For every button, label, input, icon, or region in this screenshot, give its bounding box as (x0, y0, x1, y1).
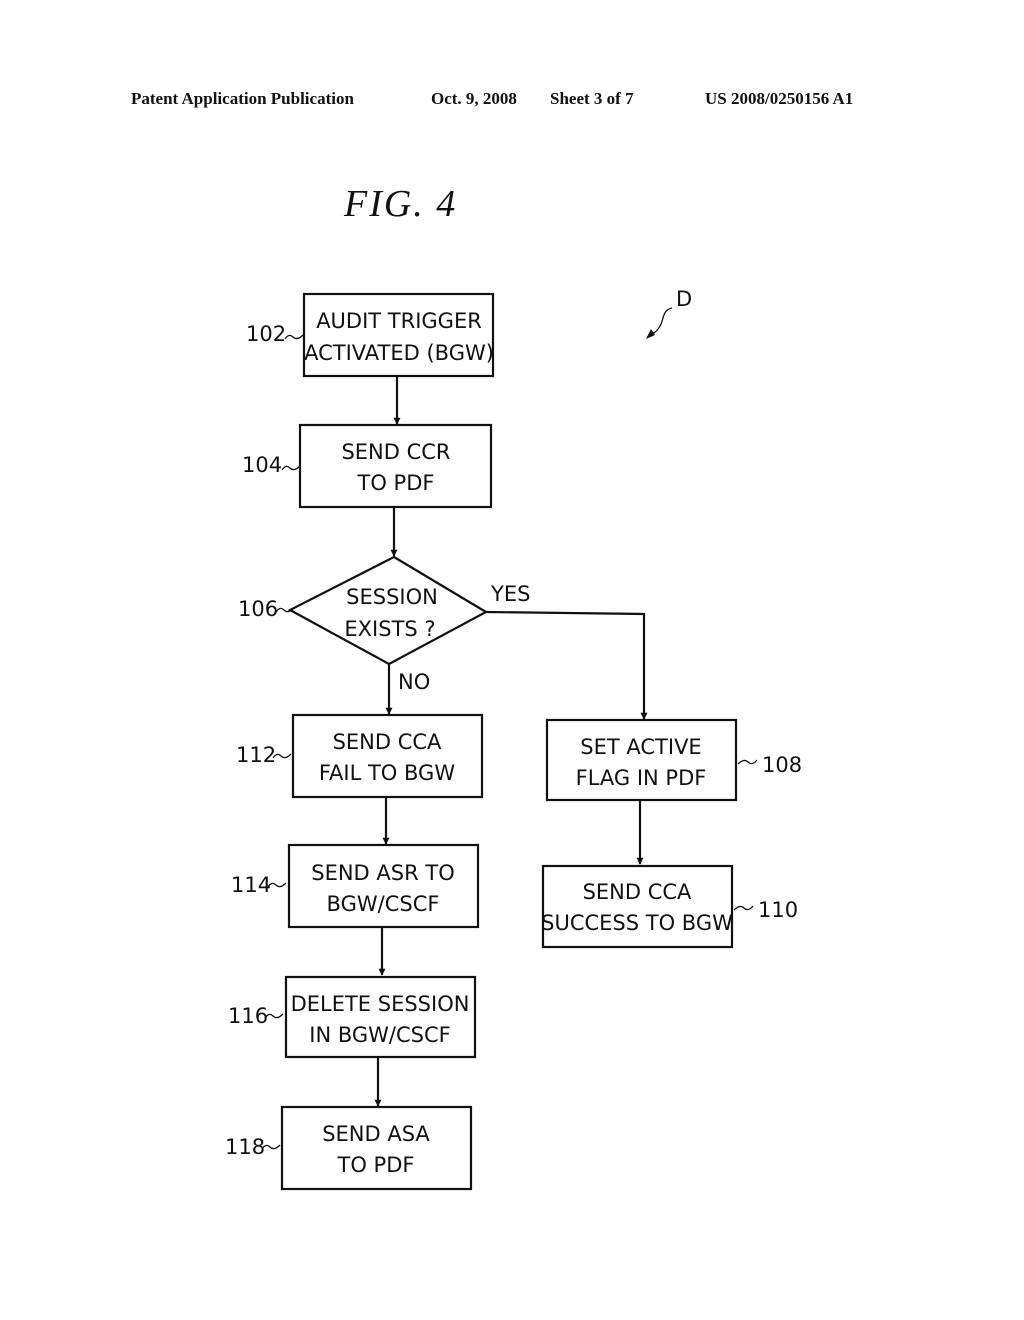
ref-squiggle-icon (737, 759, 758, 765)
node-116-ref: 116 (228, 1004, 268, 1028)
node-108: SET ACTIVE FLAG IN PDF 108 (545, 718, 802, 802)
node-112-line-1: SEND CCA (333, 730, 442, 754)
node-102-line-1: AUDIT TRIGGER (316, 309, 482, 333)
node-110-ref: 110 (758, 898, 798, 922)
node-108-ref: 108 (762, 753, 802, 777)
edge-label-yes: YES (490, 582, 530, 606)
ref-squiggle-icon (284, 334, 304, 340)
node-104-ref: 104 (242, 453, 282, 477)
node-110: SEND CCA SUCCESS TO BGW 110 (541, 864, 798, 949)
node-114-ref: 114 (231, 873, 271, 897)
node-112-line-2: FAIL TO BGW (319, 761, 455, 785)
node-112: SEND CCA FAIL TO BGW 112 (236, 713, 484, 799)
node-106: SESSION EXISTS ? 106 (238, 555, 489, 666)
node-114: SEND ASR TO BGW/CSCF 114 (231, 843, 480, 929)
node-118: SEND ASA TO PDF 118 (225, 1105, 473, 1191)
node-102-ref: 102 (246, 322, 286, 346)
ref-squiggle-icon (733, 905, 754, 911)
node-102-line-2: ACTIVATED (BGW) (304, 341, 494, 365)
node-104-line-1: SEND CCR (341, 440, 450, 464)
node-116-line-1: DELETE SESSION (291, 992, 470, 1016)
node-112-ref: 112 (236, 743, 276, 767)
node-108-line-2: FLAG IN PDF (576, 766, 707, 790)
node-104-line-2: TO PDF (357, 471, 435, 495)
node-106-ref: 106 (238, 597, 278, 621)
node-104: SEND CCR TO PDF 104 (242, 423, 493, 509)
node-114-line-1: SEND ASR TO (311, 861, 454, 885)
figure-ref-label: D (676, 287, 692, 311)
ref-squiggle-icon (281, 465, 301, 471)
node-116-line-2: IN BGW/CSCF (309, 1023, 450, 1047)
figure-ref-d: D (646, 287, 692, 339)
edge-106-108 (485, 610, 648, 720)
node-118-line-2: TO PDF (337, 1153, 415, 1177)
node-110-line-1: SEND CCA (583, 880, 692, 904)
ref-arrowhead-icon (646, 329, 655, 339)
node-108-line-1: SET ACTIVE (580, 735, 701, 759)
node-118-ref: 118 (225, 1135, 265, 1159)
node-110-line-2: SUCCESS TO BGW (541, 911, 733, 935)
node-106-line-2: EXISTS ? (344, 617, 435, 641)
node-102: AUDIT TRIGGER ACTIVATED (BGW) 102 (246, 292, 495, 378)
edge-label-no: NO (398, 670, 430, 694)
node-116: DELETE SESSION IN BGW/CSCF 116 (228, 975, 477, 1059)
node-114-line-2: BGW/CSCF (327, 892, 440, 916)
node-106-line-1: SESSION (346, 585, 438, 609)
node-118-line-1: SEND ASA (322, 1122, 430, 1146)
flowchart: D YES NO AUDIT TRIGGER ACTIVATED (BGW) 1… (225, 287, 802, 1191)
